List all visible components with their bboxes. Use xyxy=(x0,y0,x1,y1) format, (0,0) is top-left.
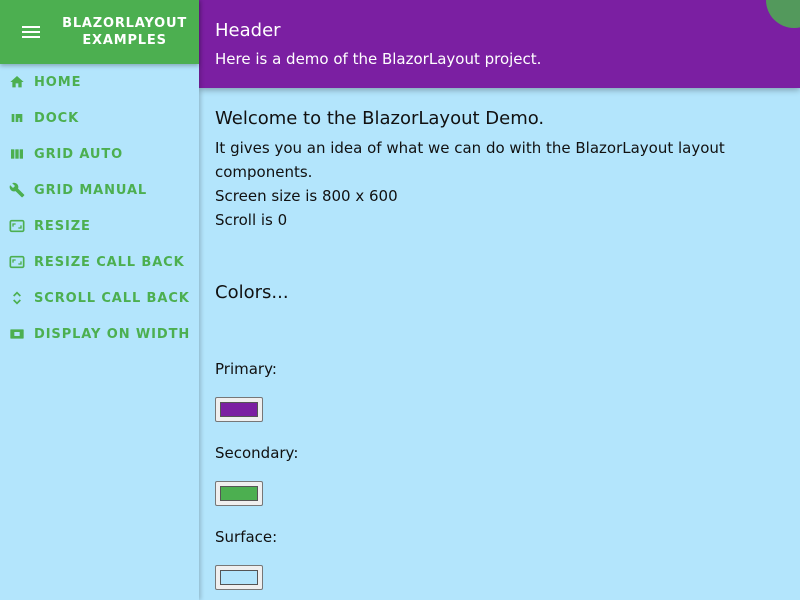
home-icon xyxy=(8,73,26,91)
primary-color-picker[interactable] xyxy=(215,397,263,422)
scroll-text: Scroll is 0 xyxy=(215,211,288,229)
nav-item-label: GRID AUTO xyxy=(34,146,124,162)
nav-item-label: SCROLL CALL BACK xyxy=(34,290,190,306)
nav-item-grid-auto[interactable]: GRID AUTO xyxy=(0,136,199,172)
nav-item-home[interactable]: HOME xyxy=(0,64,199,100)
nav-item-label: GRID MANUAL xyxy=(34,182,148,198)
surface-color-picker[interactable] xyxy=(215,565,263,590)
nav-item-resize[interactable]: RESIZE xyxy=(0,208,199,244)
nav-item-label: RESIZE CALL BACK xyxy=(34,254,185,270)
menu-icon[interactable] xyxy=(0,0,62,64)
unfold-icon xyxy=(8,289,26,307)
nav-item-label: RESIZE xyxy=(34,218,91,234)
wrench-icon xyxy=(8,181,26,199)
grid-columns-icon xyxy=(8,145,26,163)
colors-heading: Colors... xyxy=(215,282,289,303)
sidebar: BLAZORLAYOUT EXAMPLES HOME DOCK GRID AUT… xyxy=(0,0,199,600)
secondary-color-label: Secondary: xyxy=(215,444,299,462)
display-icon xyxy=(8,325,26,343)
primary-color-label: Primary: xyxy=(215,360,277,378)
surface-color-label: Surface: xyxy=(215,528,278,546)
header-subtitle: Here is a demo of the BlazorLayout proje… xyxy=(215,50,542,68)
nav-item-label: HOME xyxy=(34,74,82,90)
header: Header Here is a demo of the BlazorLayou… xyxy=(199,0,800,88)
app-title: BLAZORLAYOUT EXAMPLES xyxy=(62,16,187,48)
header-title: Header xyxy=(215,20,281,41)
nav-item-label: DISPLAY ON WIDTH xyxy=(34,326,191,342)
sidebar-header: BLAZORLAYOUT EXAMPLES xyxy=(0,0,199,64)
nav-item-label: DOCK xyxy=(34,110,80,126)
aspect-ratio-icon xyxy=(8,217,26,235)
aspect-ratio-icon xyxy=(8,253,26,271)
screen-size-text: Screen size is 800 x 600 xyxy=(215,187,398,205)
dock-icon xyxy=(8,109,26,127)
nav-item-scroll-call-back[interactable]: SCROLL CALL BACK xyxy=(0,280,199,316)
floating-action-button[interactable] xyxy=(766,0,800,28)
welcome-heading: Welcome to the BlazorLayout Demo. xyxy=(215,108,545,129)
nav-menu: HOME DOCK GRID AUTO GRID MANUAL RESIZE R… xyxy=(0,64,199,352)
nav-item-grid-manual[interactable]: GRID MANUAL xyxy=(0,172,199,208)
nav-item-display-on-width[interactable]: DISPLAY ON WIDTH xyxy=(0,316,199,352)
nav-item-dock[interactable]: DOCK xyxy=(0,100,199,136)
nav-item-resize-call-back[interactable]: RESIZE CALL BACK xyxy=(0,244,199,280)
description-text: It gives you an idea of what we can do w… xyxy=(215,139,725,181)
secondary-color-picker[interactable] xyxy=(215,481,263,506)
